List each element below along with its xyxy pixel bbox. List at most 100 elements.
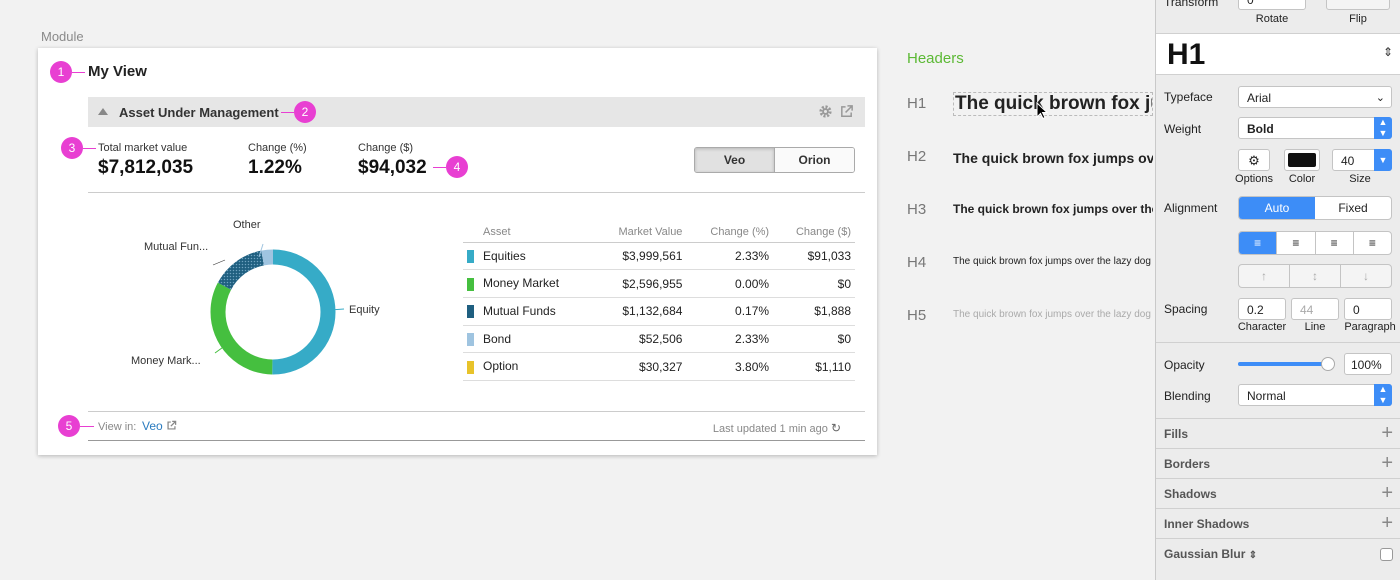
table-row[interactable]: Bond $52,506 2.33% $0 bbox=[463, 325, 855, 354]
header-sample-h2[interactable]: The quick brown fox jumps over the lazy … bbox=[953, 150, 1153, 166]
asset-name: Mutual Funds bbox=[483, 304, 556, 319]
updown-chevron-icon[interactable]: ⇕ bbox=[1383, 45, 1393, 59]
plus-icon[interactable]: + bbox=[1381, 483, 1393, 503]
col-header-change-usd[interactable]: Change ($) bbox=[773, 222, 855, 243]
align-bottom-icon[interactable]: ↓ bbox=[1340, 265, 1391, 287]
borders-section[interactable]: Borders + bbox=[1156, 448, 1400, 478]
aum-title: Asset Under Management bbox=[119, 105, 279, 120]
gaussian-blur-section[interactable]: Gaussian Blur ⇕ bbox=[1156, 538, 1400, 568]
blending-select[interactable]: Normal bbox=[1238, 384, 1392, 406]
weight-label: Weight bbox=[1164, 122, 1202, 136]
color-well[interactable] bbox=[1284, 149, 1320, 171]
col-header-change-pct[interactable]: Change (%) bbox=[686, 222, 774, 243]
plus-icon[interactable]: + bbox=[1381, 453, 1393, 473]
market-value-cell: $52,506 bbox=[592, 325, 687, 354]
collapse-caret-icon[interactable] bbox=[98, 108, 108, 115]
table-row[interactable]: Equities $3,999,561 2.33% $91,033 bbox=[463, 242, 855, 271]
last-updated-text: Last updated 1 min ago bbox=[712, 423, 828, 435]
vertical-align-buttons[interactable]: ↑ ↕ ↓ bbox=[1238, 264, 1392, 288]
aum-header[interactable]: Asset Under Management bbox=[88, 97, 865, 127]
donut-label-money: Money Mark... bbox=[131, 355, 201, 367]
align-middle-icon[interactable]: ↕ bbox=[1289, 265, 1340, 287]
align-top-icon[interactable]: ↑ bbox=[1239, 265, 1289, 287]
options-label: Options bbox=[1235, 173, 1273, 185]
header-sample-h5[interactable]: The quick brown fox jumps over the lazy … bbox=[953, 309, 1153, 320]
align-left-icon[interactable]: ≡ bbox=[1239, 232, 1277, 254]
align-fixed-button[interactable]: Fixed bbox=[1315, 197, 1391, 219]
change-usd-cell: $0 bbox=[773, 269, 855, 298]
paragraph-spacing-input[interactable]: 0 bbox=[1344, 298, 1392, 320]
updown-chevron-icon[interactable]: ▲ ▼ bbox=[1374, 384, 1392, 406]
blending-label: Blending bbox=[1164, 389, 1211, 403]
typeface-select[interactable]: Arial ⌄ bbox=[1238, 86, 1392, 108]
external-link-icon[interactable] bbox=[839, 104, 854, 119]
inner-shadows-section[interactable]: Inner Shadows + bbox=[1156, 508, 1400, 538]
table-row[interactable]: Option $30,327 3.80% $1,110 bbox=[463, 352, 855, 381]
callout-badge-1: 1 bbox=[50, 61, 72, 83]
asset-name: Equities bbox=[483, 248, 526, 263]
gaussian-blur-text: Gaussian Blur bbox=[1164, 547, 1246, 561]
callout-line bbox=[80, 426, 94, 427]
blur-checkbox[interactable] bbox=[1380, 548, 1393, 561]
veo-link-text[interactable]: Veo bbox=[142, 419, 163, 433]
character-spacing-input[interactable]: 0.2 bbox=[1238, 298, 1286, 320]
module-label: Module bbox=[41, 29, 84, 44]
source-toggle[interactable]: Veo Orion bbox=[694, 147, 855, 173]
color-label: Color bbox=[1288, 173, 1316, 185]
align-right-icon[interactable]: ≡ bbox=[1314, 232, 1353, 254]
col-header-market-value[interactable]: Market Value bbox=[592, 222, 687, 243]
asset-cell: Option bbox=[463, 352, 593, 381]
line-spacing-input[interactable]: 44 bbox=[1291, 298, 1339, 320]
align-center-icon[interactable]: ≡ bbox=[1276, 232, 1314, 254]
stat-label-change-pct: Change (%) bbox=[248, 142, 307, 154]
line-label: Line bbox=[1304, 321, 1326, 333]
character-label: Character bbox=[1237, 321, 1287, 333]
legend-swatch bbox=[467, 250, 474, 263]
change-usd-cell: $1,110 bbox=[773, 352, 855, 381]
refresh-icon[interactable]: ↻ bbox=[831, 421, 841, 435]
text-options-button[interactable]: ⚙ bbox=[1238, 149, 1270, 171]
table-row[interactable]: Money Market $2,596,955 0.00% $0 bbox=[463, 269, 855, 298]
leader-line bbox=[212, 259, 226, 266]
shadows-section[interactable]: Shadows + bbox=[1156, 478, 1400, 508]
plus-icon[interactable]: + bbox=[1381, 423, 1393, 443]
donut-label-other: Other bbox=[233, 219, 261, 231]
gear-icon[interactable] bbox=[818, 104, 833, 119]
fills-section[interactable]: Fills + bbox=[1156, 418, 1400, 448]
align-auto-button[interactable]: Auto bbox=[1239, 197, 1315, 219]
opacity-slider-track[interactable] bbox=[1238, 357, 1335, 371]
weight-select[interactable]: Bold bbox=[1238, 117, 1392, 139]
my-view-card: 1 My View Asset Under Management 2 3 Tot… bbox=[38, 48, 877, 455]
table-row[interactable]: Mutual Funds $1,132,684 0.17% $1,888 bbox=[463, 297, 855, 326]
toggle-orion[interactable]: Orion bbox=[775, 148, 854, 172]
header-sample-h4[interactable]: The quick brown fox jumps over the lazy … bbox=[953, 256, 1153, 267]
updown-chevron-icon[interactable]: ⇕ bbox=[1249, 550, 1257, 561]
stat-value-change-pct: 1.22% bbox=[248, 157, 302, 178]
plus-icon[interactable]: + bbox=[1381, 513, 1393, 533]
alignment-mode-toggle[interactable]: Auto Fixed bbox=[1238, 196, 1392, 220]
text-style-selector[interactable]: H1 ⇕ bbox=[1156, 33, 1400, 75]
chevron-down-icon[interactable]: ▼ bbox=[1374, 149, 1392, 171]
divider bbox=[88, 411, 865, 412]
change-pct-cell: 0.17% bbox=[686, 297, 774, 326]
rotate-input[interactable]: 0° bbox=[1238, 0, 1306, 10]
updown-chevron-icon[interactable]: ▲ ▼ bbox=[1374, 117, 1392, 139]
opacity-slider-knob[interactable] bbox=[1321, 357, 1335, 371]
text-align-buttons[interactable]: ≡ ≡ ≡ ≡ bbox=[1238, 231, 1392, 255]
opacity-input[interactable]: 100% bbox=[1344, 353, 1392, 375]
legend-swatch bbox=[467, 305, 474, 319]
view-in-veo-link[interactable]: Veo bbox=[142, 419, 177, 433]
toggle-veo[interactable]: Veo bbox=[695, 148, 775, 172]
fills-label: Fills bbox=[1164, 427, 1189, 441]
flip-buttons[interactable] bbox=[1326, 0, 1390, 10]
callout-line bbox=[433, 167, 446, 168]
mouse-cursor-icon bbox=[1036, 102, 1048, 120]
gear-icon: ⚙ bbox=[1248, 153, 1260, 168]
external-link-icon[interactable] bbox=[166, 420, 177, 431]
align-justify-icon[interactable]: ≡ bbox=[1352, 232, 1391, 254]
header-sample-h3[interactable]: The quick brown fox jumps over the lazy … bbox=[953, 202, 1153, 216]
col-header-asset[interactable]: Asset bbox=[463, 222, 593, 243]
transform-label: Transform bbox=[1164, 0, 1219, 9]
market-value-cell: $1,132,684 bbox=[592, 297, 687, 326]
header-sample-h1[interactable]: The quick brown fox jumps over the lazy … bbox=[953, 92, 1153, 116]
